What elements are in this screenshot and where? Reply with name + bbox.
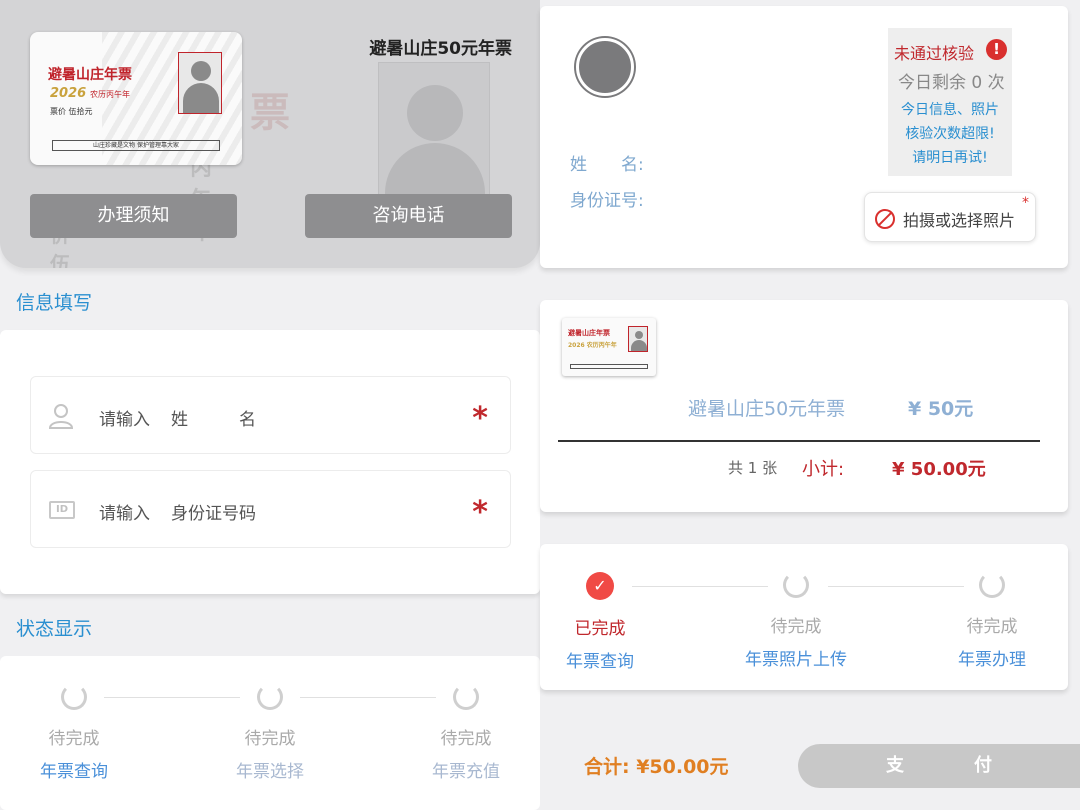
step-label: 年票办理 — [958, 650, 1026, 670]
name-field[interactable]: 请输入 姓 名 * — [30, 376, 511, 454]
step-label: 年票选择 — [236, 762, 304, 782]
step-state: 待完成 — [440, 729, 492, 749]
required-star: * — [472, 401, 488, 436]
ticket-price: 票价 伍拾元 — [50, 107, 93, 116]
ticket-card-image: 避暑山庄年票 2026 农历丙午年 票价 伍拾元 山庄珍藏是文物 保护管理靠大家 — [30, 32, 242, 165]
step-state: 待完成 — [244, 729, 296, 749]
ticket-photo-icon — [178, 52, 222, 114]
id-card-icon: ID — [49, 501, 75, 519]
upload-photo-label: 拍摄或选择照片 — [903, 211, 1016, 230]
step-state: 待完成 — [770, 617, 822, 637]
hero-title: 避暑山庄50元年票 — [369, 39, 512, 59]
divider — [558, 440, 1040, 442]
product-name: 避暑山庄50元年票 — [688, 398, 846, 420]
instructions-button[interactable]: 办理须知 — [30, 194, 237, 238]
identity-info-card: 姓 名: 身份证号: 未通过核验 ! 今日剩余 0 次 今日信息、照片 核验次数… — [540, 6, 1068, 268]
form-card: 请输入 姓 名 * ID 请输入 身份证号码 * — [0, 330, 540, 594]
step-state: 已完成 — [574, 619, 626, 639]
subtotal-label: 小计: — [802, 459, 845, 480]
step-label: 年票照片上传 — [745, 650, 847, 670]
ticket-lunar: 农历丙午年 — [90, 90, 130, 99]
check-icon: ✓ — [586, 572, 614, 600]
step-label: 年票充值 — [432, 762, 500, 782]
status-step-1: 待完成 年票查询 — [14, 684, 134, 782]
name-field-prefix: 请输入 — [99, 410, 150, 430]
checkout-bar: 合计: ¥50.00元 支付 — [540, 722, 1080, 810]
verification-message: 今日信息、照片 核验次数超限! 请明日再试! — [901, 102, 999, 166]
pending-spinner-icon — [61, 684, 87, 710]
verification-status-box: 未通过核验 ! 今日剩余 0 次 今日信息、照片 核验次数超限! 请明日再试! — [888, 28, 1012, 176]
ticket-slogan: 山庄珍藏是文物 保护管理靠大家 — [52, 140, 220, 151]
form-section-title: 信息填写 — [16, 292, 93, 314]
avatar — [576, 38, 634, 96]
required-star: * — [472, 495, 488, 530]
name-field-label: 姓 名 — [171, 410, 256, 430]
id-number-field[interactable]: ID 请输入 身份证号码 * — [30, 470, 511, 548]
upload-photo-button[interactable]: 拍摄或选择照片 * — [864, 192, 1036, 242]
progress-step-1: ✓ 已完成 年票查询 — [540, 572, 660, 672]
disabled-icon — [875, 209, 895, 229]
remaining-attempts: 今日剩余 0 次 — [898, 73, 1005, 93]
hero-photo-placeholder — [378, 62, 490, 212]
hero-banner: 票 丙午年 票价 伍拾元 避暑山庄50元年票 避暑山庄年票 2026 农历丙午年… — [0, 0, 540, 268]
progress-step-3: 待完成 年票办理 — [932, 572, 1052, 670]
pay-button[interactable]: 支付 — [798, 744, 1080, 788]
progress-step-2: 待完成 年票照片上传 — [736, 572, 856, 670]
right-panel: 姓 名: 身份证号: 未通过核验 ! 今日剩余 0 次 今日信息、照片 核验次数… — [540, 0, 1080, 810]
status-step-3: 待完成 年票充值 — [406, 684, 526, 782]
ticket-count: 共 1 张 — [728, 459, 778, 477]
left-panel: 票 丙午年 票价 伍拾元 避暑山庄50元年票 避暑山庄年票 2026 农历丙午年… — [0, 0, 540, 810]
verification-status: 未通过核验 — [894, 44, 975, 63]
order-summary-card: 避暑山庄年票 2026 农历丙午年 避暑山庄50元年票 ¥ 50元 共 1 张 … — [540, 300, 1068, 512]
step-state: 待完成 — [966, 617, 1018, 637]
contact-phone-button[interactable]: 咨询电话 — [305, 194, 512, 238]
pending-spinner-icon — [979, 572, 1005, 598]
status-section-title: 状态显示 — [16, 618, 93, 640]
name-label: 姓 名: — [570, 155, 644, 175]
id-label: 身份证号: — [570, 191, 644, 211]
subtotal-value: ¥ 50.00元 — [892, 459, 986, 480]
pending-spinner-icon — [257, 684, 283, 710]
step-label: 年票查询 — [40, 762, 108, 782]
status-step-2: 待完成 年票选择 — [210, 684, 330, 782]
id-field-prefix: 请输入 — [99, 504, 150, 524]
required-star: * — [1022, 195, 1029, 211]
progress-card: ✓ 已完成 年票查询 待完成 年票照片上传 待完成 年票办理 — [540, 544, 1068, 690]
ticket-year: 2026 — [50, 86, 87, 101]
pending-spinner-icon — [783, 572, 809, 598]
ticket-name: 避暑山庄年票 — [48, 67, 132, 83]
pending-spinner-icon — [453, 684, 479, 710]
step-state: 待完成 — [48, 729, 100, 749]
step-label: 年票查询 — [566, 652, 634, 672]
person-icon — [48, 404, 74, 429]
ticket-photo-icon — [628, 326, 648, 352]
alert-icon: ! — [986, 39, 1007, 60]
ticket-thumbnail: 避暑山庄年票 2026 农历丙午年 — [562, 318, 656, 376]
total-amount: 合计: ¥50.00元 — [584, 756, 729, 778]
id-field-label: 身份证号码 — [171, 504, 256, 524]
product-price: ¥ 50元 — [908, 398, 974, 420]
status-card: 待完成 年票查询 待完成 年票选择 待完成 年票充值 — [0, 656, 540, 810]
